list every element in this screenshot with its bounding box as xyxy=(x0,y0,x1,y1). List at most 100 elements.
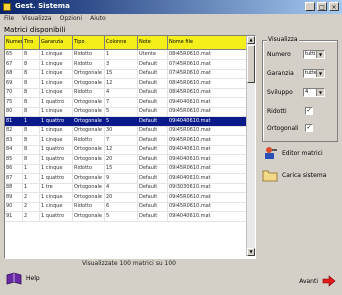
table-cell: 07i45R0610.mat xyxy=(168,59,247,69)
chevron-down-icon[interactable]: ▼ xyxy=(316,51,324,58)
table-cell: 84 xyxy=(5,145,23,154)
help-book-icon xyxy=(6,272,22,285)
table-cell: 1 xyxy=(23,183,40,192)
table-cell: 1 cinque xyxy=(40,88,73,97)
table-cell: 09i45R0610.mat xyxy=(168,135,247,145)
table-cell: 1 cinque xyxy=(40,50,73,59)
table-row[interactable]: 88 1 1 tre Ortogonale 4 Default 09i3030610.mat xyxy=(5,183,247,193)
scroll-down-button[interactable]: ▼ xyxy=(247,248,255,256)
help-button[interactable]: Help xyxy=(6,272,40,285)
table-cell: 91 xyxy=(5,211,23,221)
table-cell: Ridotto xyxy=(73,88,105,97)
table-cell: 08i45R0610.mat xyxy=(168,78,247,88)
ridotti-checkbox[interactable]: ✓ xyxy=(305,107,313,115)
maximize-button[interactable]: □ xyxy=(317,2,327,11)
table-row[interactable]: 86 1 1 cinque Ridotto 15 Default 09i45R0610.ma… xyxy=(5,164,247,174)
table-cell: 1 quattro xyxy=(40,116,73,126)
table-cell: 1 tre xyxy=(40,183,73,192)
column-header[interactable]: Numero xyxy=(5,36,23,49)
numero-select[interactable]: tutti ▼ xyxy=(303,50,325,59)
table-row[interactable]: 81 1 1 quattro Ortogonale 5 Default 09i4040610… xyxy=(5,116,247,127)
table-cell: 1 cinque xyxy=(40,202,73,211)
table-row[interactable]: 84 8 1 quattro Ortogonale 12 Default 09i404061… xyxy=(5,145,247,155)
table-cell: 90 xyxy=(5,202,23,211)
table-row[interactable]: 89 2 1 cinque Ortogonale 20 Default 09i45R0610… xyxy=(5,192,247,203)
table-cell: 09i4040610.mat xyxy=(168,211,247,221)
table-row[interactable]: 82 8 1 cinque Ortogonale 30 Default 09i45R0610… xyxy=(5,126,247,136)
column-header[interactable]: Tiro xyxy=(23,36,40,49)
table-row[interactable]: 67 8 1 cinque Ridotto 3 Default 07i45R0610.mat xyxy=(5,59,247,70)
table-row[interactable]: 83 8 1 cinque Ridotto 7 Default 09i45R0610.mat xyxy=(5,135,247,146)
table-cell: 86 xyxy=(5,164,23,173)
menu-item-aiuto[interactable]: Aiuto xyxy=(90,14,106,24)
ortogonali-label: Ortogonali xyxy=(267,125,299,132)
table-cell: 1 cinque xyxy=(40,78,73,88)
table-cell: Ridotto xyxy=(73,202,105,211)
table-row[interactable]: 90 2 1 cinque Ridotto 6 Default 09i45R0610.mat xyxy=(5,202,247,212)
chevron-down-icon[interactable]: ▼ xyxy=(316,89,324,96)
table-row[interactable]: 80 8 1 cinque Ortogonale 5 Default 09i45R0610.… xyxy=(5,107,247,117)
table-cell: 9 xyxy=(105,173,138,183)
table-row[interactable]: 85 8 1 quattro Ortogonale 20 Default 09i404061… xyxy=(5,154,247,165)
table-cell: 08i45R0610.mat xyxy=(168,50,247,59)
table-row[interactable]: 91 2 1 quattro Ortogonale 5 Default 09i4040610… xyxy=(5,211,247,222)
ortogonali-checkbox[interactable]: ✓ xyxy=(305,124,313,132)
table-row[interactable]: 69 8 1 cinque Ortogonale 12 Default 08i45R0610… xyxy=(5,78,247,89)
menu-item-opzioni[interactable]: Opzioni xyxy=(60,14,83,24)
load-system-button[interactable]: Carica sistema xyxy=(262,168,326,182)
column-header[interactable]: Nome file xyxy=(168,36,247,49)
matrix-editor-button[interactable]: Editor matrici xyxy=(262,146,323,160)
app-icon xyxy=(3,3,11,11)
column-header[interactable]: Tipo xyxy=(73,36,105,49)
scroll-up-button[interactable]: ▲ xyxy=(247,36,255,44)
column-header[interactable]: Colonne xyxy=(105,36,138,49)
table-cell: Ridotto xyxy=(73,164,105,173)
vertical-scrollbar[interactable]: ▲ ▼ xyxy=(246,36,255,256)
table-cell: 89 xyxy=(5,192,23,202)
table-cell: 8 xyxy=(23,154,40,164)
table-cell: 20 xyxy=(105,154,138,164)
table-cell: 09i45R0610.mat xyxy=(168,192,247,202)
sviluppo-select[interactable]: 4 ▼ xyxy=(303,88,325,97)
table-cell: 12 xyxy=(105,145,138,154)
menu-item-visualizza[interactable]: Visualizza xyxy=(22,14,52,24)
table-cell: 1 cinque xyxy=(40,126,73,135)
table-cell: 70 xyxy=(5,88,23,97)
close-button[interactable]: × xyxy=(329,2,339,11)
table-cell: 09i4040610.mat xyxy=(168,116,247,126)
scroll-thumb[interactable] xyxy=(247,45,255,83)
table-cell: Ortogonale xyxy=(73,211,105,221)
column-header[interactable]: Note xyxy=(138,36,168,49)
table-cell: 5 xyxy=(105,116,138,126)
table-cell: 8 xyxy=(23,78,40,88)
table-cell: 1 quattro xyxy=(40,97,73,107)
table-cell: Ortogonale xyxy=(73,97,105,107)
table-row[interactable]: 65 8 1 cinque Ridotto 1 Utente 08i45R0610.mat xyxy=(5,50,247,60)
column-header[interactable]: Garanzia xyxy=(40,36,73,49)
table-cell: 1 quattro xyxy=(40,211,73,221)
table-cell: 8 xyxy=(23,126,40,135)
table-cell: 1 cinque xyxy=(40,69,73,78)
table-cell: 82 xyxy=(5,126,23,135)
table-row[interactable]: 70 8 1 cinque Ridotto 4 Default 08i45R0610.mat xyxy=(5,88,247,98)
table-cell: 1 cinque xyxy=(40,59,73,69)
table-cell: Default xyxy=(138,192,168,202)
table-row[interactable]: 87 1 1 quattro Ortogonale 9 Default 09i4040610… xyxy=(5,173,247,184)
table-row[interactable]: 68 8 1 cinque Ortogonale 15 Default 07i45R0610… xyxy=(5,69,247,79)
table-cell: Default xyxy=(138,145,168,154)
table-cell: 1 xyxy=(105,50,138,59)
table-cell: Default xyxy=(138,69,168,78)
table-cell: 2 xyxy=(23,202,40,211)
table-cell: 6 xyxy=(105,202,138,211)
menu-item-file[interactable]: File xyxy=(4,14,14,24)
chevron-down-icon[interactable]: ▼ xyxy=(316,70,324,77)
table-cell: Default xyxy=(138,164,168,173)
table-row[interactable]: 75 8 1 quattro Ortogonale 7 Default 09i4040610… xyxy=(5,97,247,108)
next-button[interactable]: Avanti xyxy=(299,275,336,287)
minimize-button[interactable]: _ xyxy=(305,2,315,11)
table-cell: 3 xyxy=(105,59,138,69)
table-cell: 65 xyxy=(5,50,23,59)
garanzia-select[interactable]: tutte ▼ xyxy=(303,69,325,78)
table-cell: 8 xyxy=(23,88,40,97)
table-cell: Default xyxy=(138,154,168,164)
